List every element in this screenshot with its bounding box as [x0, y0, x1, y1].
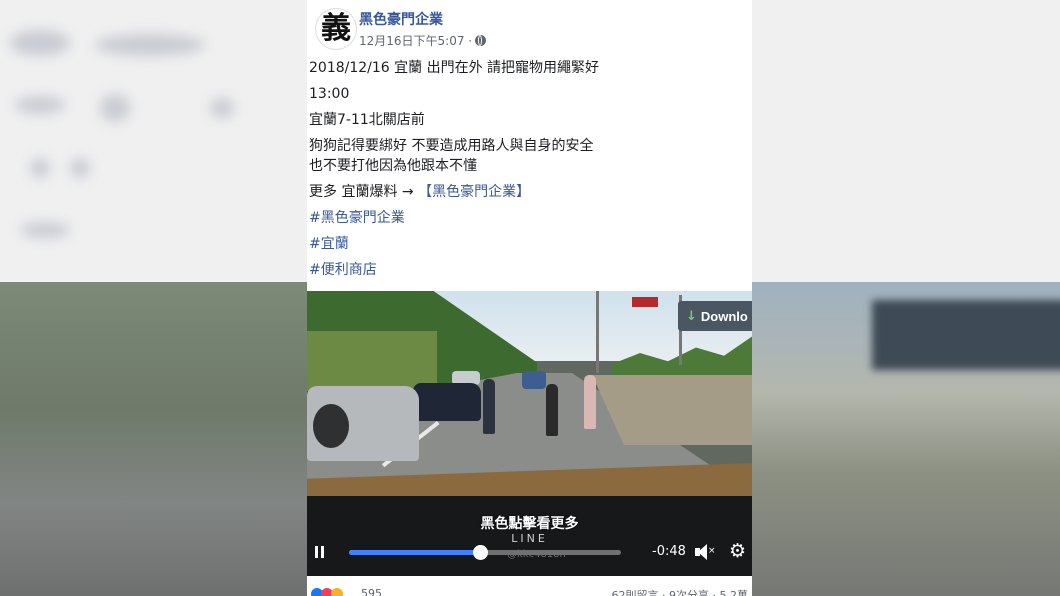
page-avatar[interactable]: 義 [315, 8, 357, 50]
blurred-left-background [0, 0, 307, 596]
blurred-right-background [752, 0, 1060, 596]
globe-icon [475, 35, 487, 46]
more-line: 更多 宜蘭爆料 → 【黑色豪門企業】 [309, 182, 749, 202]
progress-knob[interactable] [472, 545, 488, 560]
post-line: 13:00 [309, 86, 350, 102]
volume-muted-icon[interactable]: × [695, 544, 716, 560]
hashtag-link[interactable]: #宜蘭 [309, 234, 749, 254]
avatar-glyph: 義 [321, 11, 351, 46]
post-meta: 12月16日下午5:07 · [359, 32, 487, 49]
reaction-count[interactable]: 595 [361, 587, 382, 596]
settings-gear-icon[interactable]: ⚙ [729, 542, 746, 561]
time-remaining: -0:48 [652, 544, 686, 559]
post-line: 2018/12/16 宜蘭 出門在外 請把寵物用繩緊好 [309, 60, 600, 76]
post-timestamp[interactable]: 12月16日下午5:07 · [359, 32, 472, 49]
video-player[interactable]: ↓ Downlo 黑色點擊看更多 LINE @kkc4818n -0:48 × … [307, 291, 752, 576]
comments-shares-views[interactable]: 62則留言 · 9次分享 · 5.2萬 [612, 587, 748, 596]
video-frame-suv [307, 386, 419, 461]
progress-bar[interactable] [349, 545, 621, 560]
facebook-post: 義 黑色豪門企業 12月16日下午5:07 · 2018/12/16 宜蘭 出門… [307, 0, 752, 596]
download-arrow-icon: ↓ [686, 308, 697, 324]
page-link[interactable]: 【黑色豪門企業】 [418, 184, 530, 200]
page-name-link[interactable]: 黑色豪門企業 [359, 9, 443, 29]
download-label: Downlo [700, 308, 748, 324]
video-overlay-cta[interactable]: 黑色點擊看更多 [307, 513, 752, 533]
post-body: 2018/12/16 宜蘭 出門在外 請把寵物用繩緊好 13:00 宜蘭7-11… [309, 58, 749, 280]
hashtag-link[interactable]: #便利商店 [309, 260, 749, 280]
progress-fill [349, 550, 480, 555]
pause-icon[interactable] [315, 546, 325, 558]
post-line: 狗狗記得要綁好 不要造成用路人與自身的安全 [309, 138, 594, 154]
video-controls: -0:48 × ⚙ [307, 541, 752, 563]
more-prefix: 更多 宜蘭爆料 → [309, 184, 419, 200]
wow-reaction-icon [331, 588, 343, 596]
hashtag-link[interactable]: #黑色豪門企業 [309, 208, 749, 228]
reactions-bar: 595 62則留言 · 9次分享 · 5.2萬 [307, 584, 752, 596]
post-line: 宜蘭7-11北關店前 [309, 112, 425, 128]
post-line: 也不要打他因為他跟本不懂 [309, 158, 477, 174]
download-button[interactable]: ↓ Downlo [678, 301, 752, 331]
